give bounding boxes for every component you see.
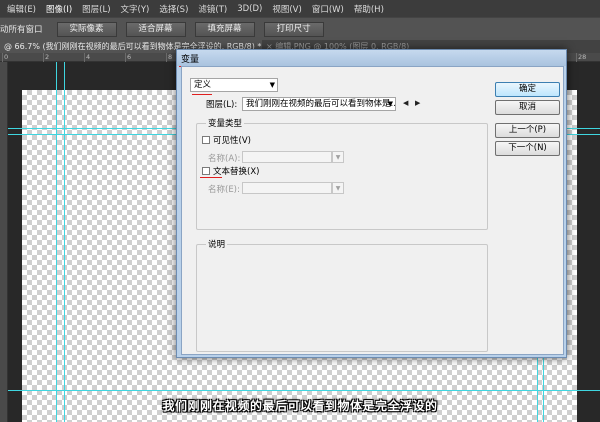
ruler-number: 2 <box>45 53 50 61</box>
visibility-name-input[interactable] <box>242 151 332 163</box>
menu-help[interactable]: 帮助(H) <box>349 3 389 15</box>
ruler-number: 28 <box>578 53 587 61</box>
dialog-title: 变量 <box>178 52 202 67</box>
actual-pixels-button[interactable]: 实际像素 <box>56 21 117 37</box>
previous-button[interactable]: 上一个(P) <box>495 123 560 138</box>
next-button[interactable]: 下一个(N) <box>495 141 560 156</box>
chevron-down-icon: ▼ <box>269 81 275 89</box>
print-size-button[interactable]: 打印尺寸 <box>263 21 324 37</box>
ruler-number: 0 <box>4 53 9 61</box>
chevron-down-icon: ▼ <box>387 100 393 108</box>
description-group <box>196 244 488 352</box>
text-replace-label: 文本替换(X) <box>213 167 260 177</box>
vertical-ruler[interactable] <box>0 62 8 422</box>
menu-select[interactable]: 选择(S) <box>154 3 193 15</box>
menu-edit[interactable]: 编辑(E) <box>2 3 41 15</box>
fit-screen-button[interactable]: 适合屏幕 <box>125 21 186 37</box>
cancel-button[interactable]: 取消 <box>495 100 560 115</box>
menu-window[interactable]: 窗口(W) <box>307 3 349 15</box>
variables-dialog: 变量 定义 ▼ 图层(L): 我们刚刚在视频的最后可以看到物体是... ▼ ◀ … <box>176 49 567 358</box>
guide-line[interactable] <box>64 62 65 422</box>
menu-view[interactable]: 视图(V) <box>267 3 306 15</box>
options-bar: 动所有窗口 实际像素 适合屏幕 填充屏幕 打印尺寸 <box>0 17 600 40</box>
ruler-number: 4 <box>86 53 91 61</box>
menu-type[interactable]: 文字(Y) <box>116 3 155 15</box>
variable-type-legend: 变量类型 <box>206 117 245 129</box>
highlight-underline <box>192 94 212 95</box>
menu-3d[interactable]: 3D(D) <box>232 4 267 14</box>
layer-select-value: 我们刚刚在视频的最后可以看到物体是... <box>246 99 396 109</box>
visibility-checkbox[interactable] <box>202 136 210 144</box>
layer-select[interactable]: 我们刚刚在视频的最后可以看到物体是... ▼ <box>242 97 396 111</box>
menu-layer[interactable]: 图层(L) <box>77 3 115 15</box>
canvas-subtitle-text: 我们刚刚在视频的最后可以看到物体是完全浮设的 <box>162 399 438 413</box>
chevron-down-icon[interactable]: ▼ <box>332 182 344 194</box>
guide-line[interactable] <box>8 390 600 391</box>
next-layer-icon[interactable]: ▶ <box>415 99 420 107</box>
ok-button[interactable]: 确定 <box>495 82 560 97</box>
definition-select[interactable]: 定义 ▼ <box>190 78 278 92</box>
ruler-number: 8 <box>168 53 173 61</box>
visibility-name-label: 名称(A): <box>208 154 241 164</box>
highlight-underline <box>200 177 222 178</box>
menu-image[interactable]: 图像(I) <box>41 3 77 18</box>
menu-filter[interactable]: 滤镜(T) <box>193 3 232 15</box>
text-replace-checkbox[interactable] <box>202 167 210 175</box>
previous-layer-icon[interactable]: ◀ <box>403 99 408 107</box>
guide-line[interactable] <box>56 62 57 422</box>
definition-select-value: 定义 <box>194 80 212 90</box>
visibility-label: 可见性(V) <box>213 136 251 146</box>
text-replace-name-input[interactable] <box>242 182 332 194</box>
chevron-down-icon[interactable]: ▼ <box>332 151 344 163</box>
ruler-number: 6 <box>127 53 132 61</box>
layer-label: 图层(L): <box>206 100 238 110</box>
dialog-titlebar[interactable]: 变量 <box>177 50 566 67</box>
all-windows-option[interactable]: 动所有窗口 <box>0 23 43 35</box>
fill-screen-button[interactable]: 填充屏幕 <box>194 21 255 37</box>
menu-bar: 编辑(E) 图像(I) 图层(L) 文字(Y) 选择(S) 滤镜(T) 3D(D… <box>0 0 600 18</box>
text-replace-name-label: 名称(E): <box>208 185 240 195</box>
description-legend: 说明 <box>206 238 228 250</box>
